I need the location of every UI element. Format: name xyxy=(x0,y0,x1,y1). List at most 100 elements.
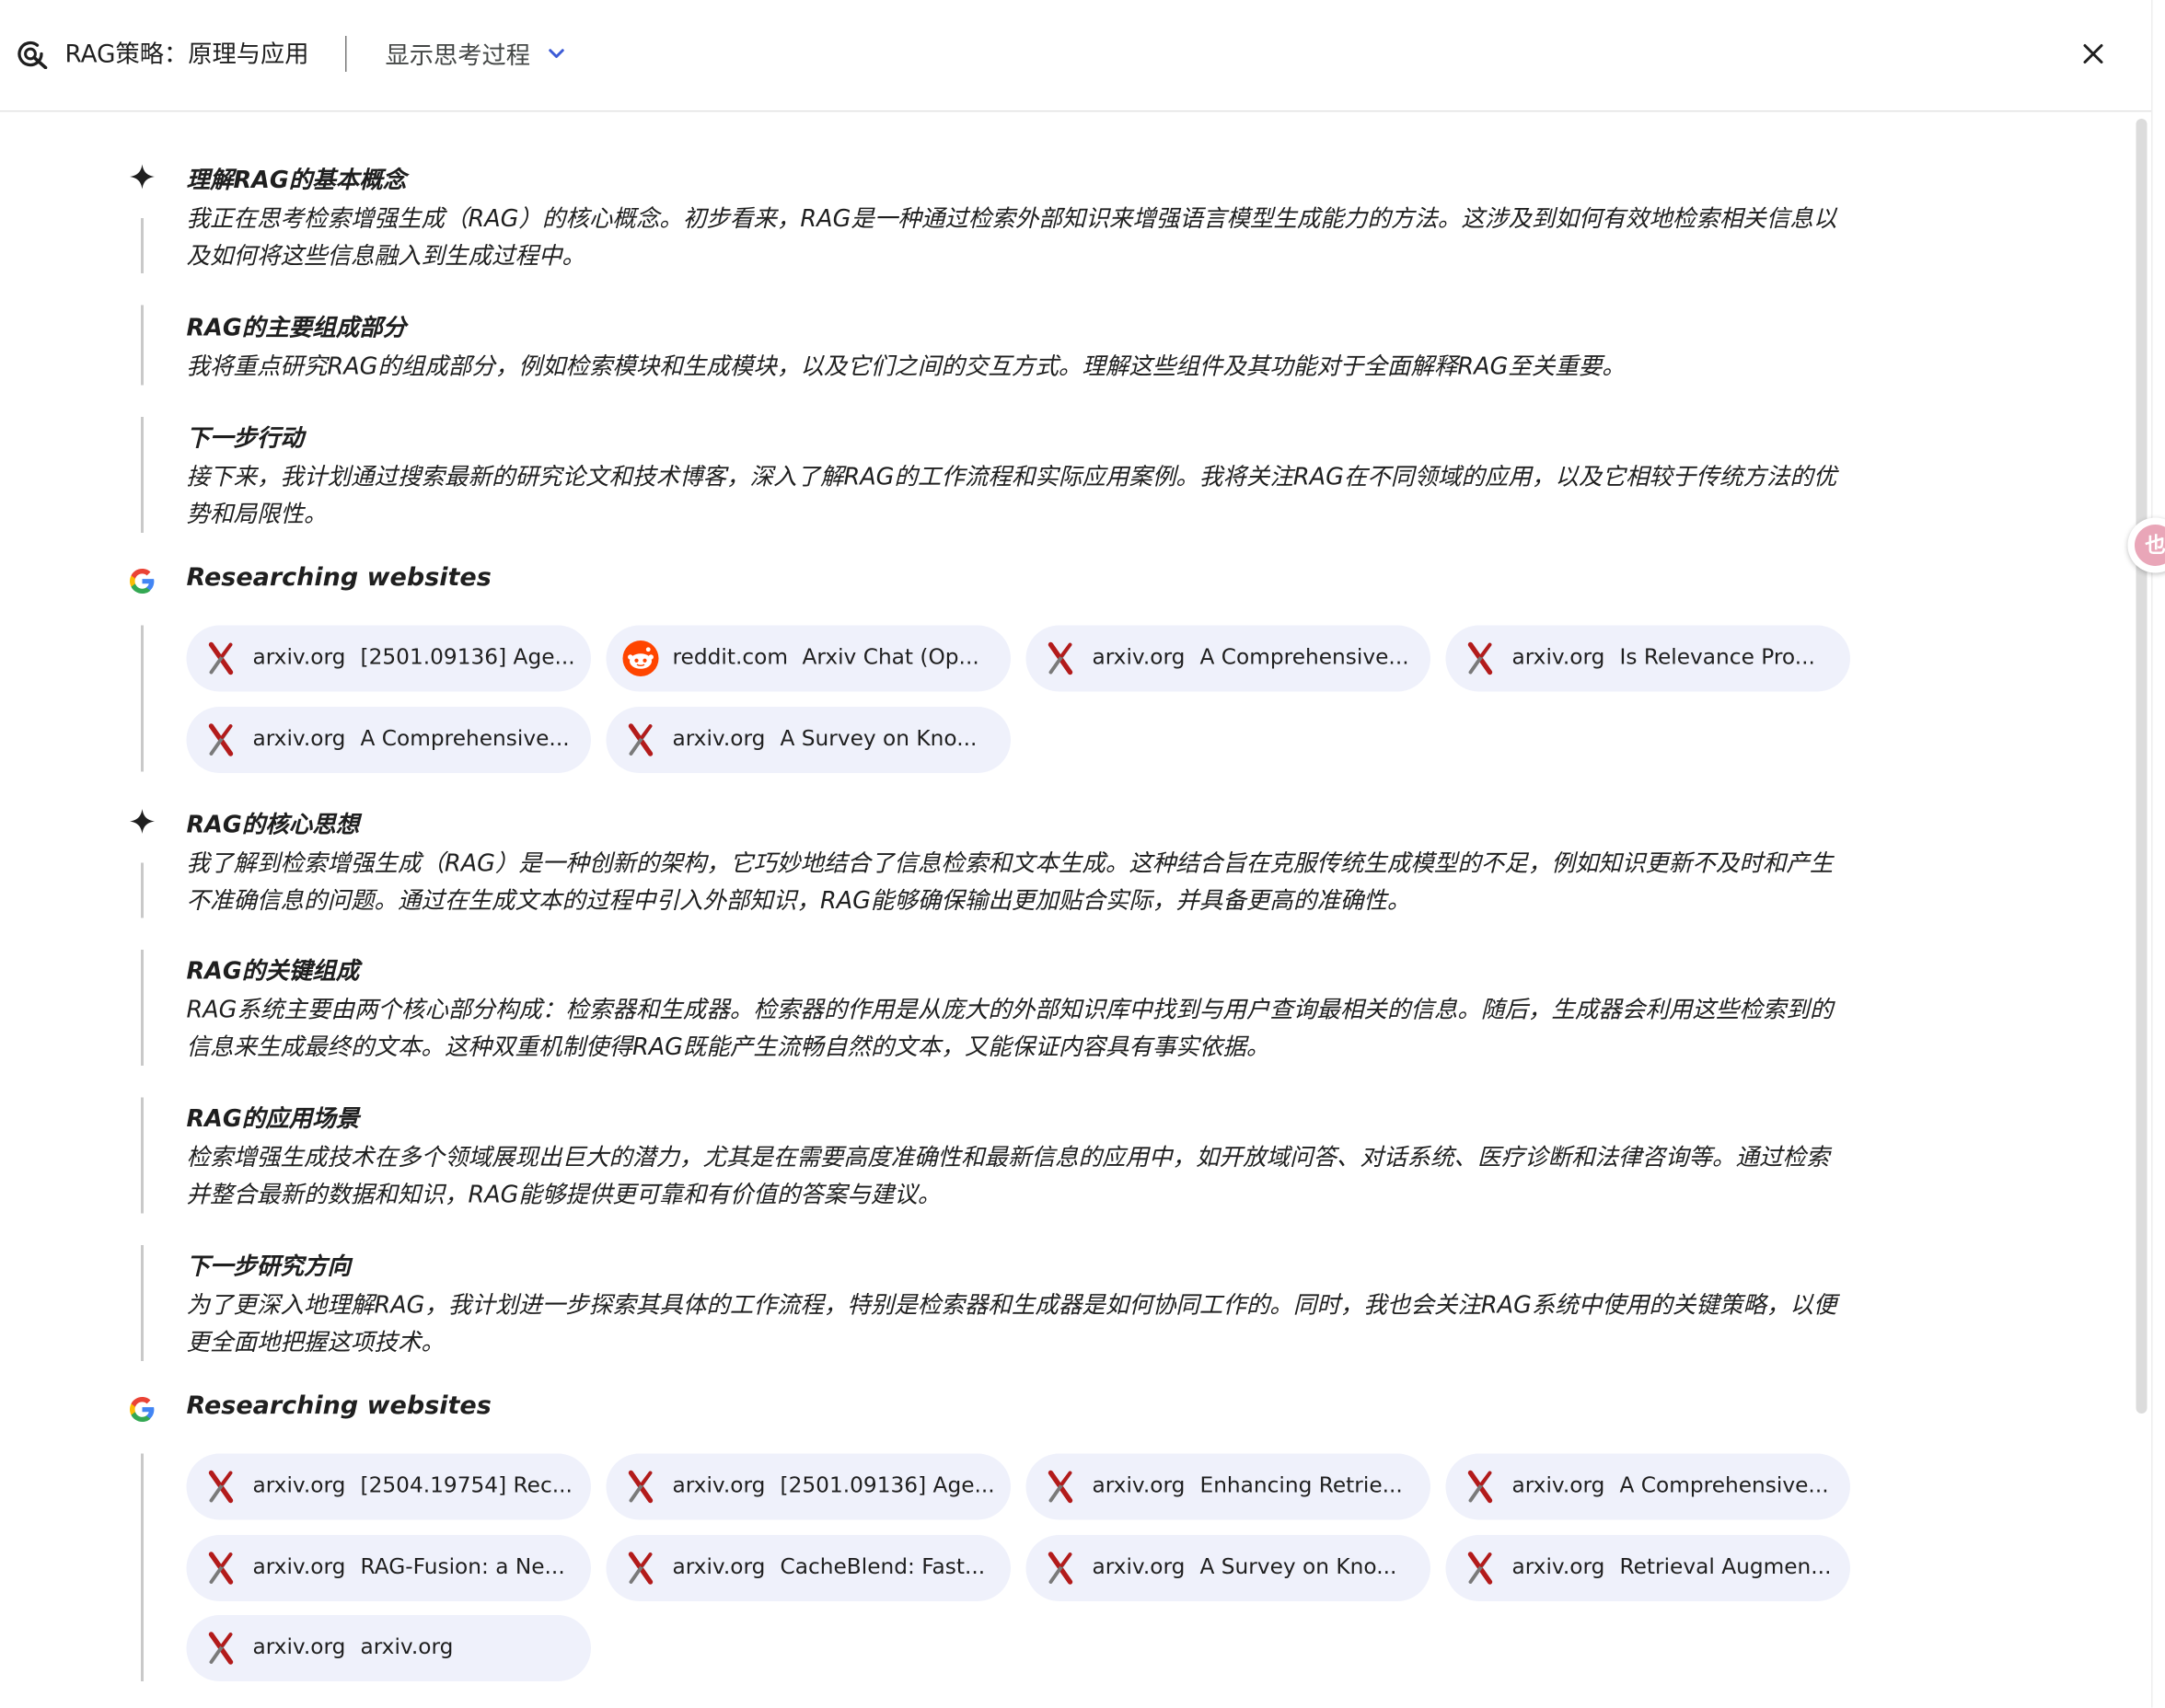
source-chip[interactable]: arxiv.org A Survey on Kno... xyxy=(1025,1534,1430,1601)
thought-rail xyxy=(141,950,144,1066)
thought-rail xyxy=(141,862,144,918)
thought-title: RAG的核心思想 xyxy=(186,812,360,839)
thought-line: 信息来生成最终的文本。这种双重机制使得RAG既能产生流畅自然的文本，又能保证内容… xyxy=(186,1033,1270,1061)
source-domain: arxiv.org xyxy=(1511,644,1605,670)
show-thinking-label: 显示思考过程 xyxy=(385,41,531,70)
close-button[interactable] xyxy=(2071,32,2115,76)
thought-title: RAG的关键组成 xyxy=(186,958,360,986)
thought-line: 我将重点研究RAG的组成部分，例如检索模块和生成模块，以及它们之间的交互方式。理… xyxy=(186,353,1626,381)
source-title: [2504.19754] Rec... xyxy=(360,1472,573,1498)
research-rail xyxy=(141,1453,144,1681)
thought-title: RAG的主要组成部分 xyxy=(186,315,407,342)
thought-text: 我了解到检索增强生成（RAG）是一种创新的架构，它巧妙地结合了信息检索和文本生成… xyxy=(187,847,1996,920)
source-chip[interactable]: arxiv.org Is Relevance Pro... xyxy=(1445,625,1850,692)
scrollbar-thumb[interactable] xyxy=(2136,119,2148,1414)
floating-assistant-button[interactable]: 也 xyxy=(2127,517,2165,573)
source-title: A Survey on Kno... xyxy=(780,725,978,751)
arxiv-icon xyxy=(203,1550,239,1586)
arxiv-icon xyxy=(1043,1469,1079,1505)
source-title: A Survey on Kno... xyxy=(1199,1553,1397,1579)
arxiv-icon xyxy=(203,1469,239,1505)
source-title: A Comprehensive... xyxy=(1199,644,1409,670)
thought-text: 接下来，我计划通过搜索最新的研究论文和技术博客，深入了解RAG的工作流程和实际应… xyxy=(187,460,1996,534)
source-chip[interactable]: arxiv.org RAG-Fusion: a Ne... xyxy=(186,1534,591,1601)
floating-assistant-badge: 也 xyxy=(2135,525,2165,566)
thought-rail xyxy=(141,218,144,273)
header-divider xyxy=(345,36,347,72)
thought-title: 下一步行动 xyxy=(186,425,305,453)
thought-text: RAG系统主要由两个核心部分构成：检索器和生成器。检索器的作用是从庞大的外部知识… xyxy=(187,993,1996,1067)
thought-text: 我将重点研究RAG的组成部分，例如检索模块和生成模块，以及它们之间的交互方式。理… xyxy=(187,350,1996,387)
thought-title: RAG的应用场景 xyxy=(186,1105,360,1134)
arxiv-icon xyxy=(203,721,239,757)
arxiv-icon xyxy=(623,1550,659,1586)
dialog-header: RAG策略：原理与应用 显示思考过程 xyxy=(0,0,2151,112)
source-title: Retrieval Augmen... xyxy=(1619,1553,1832,1579)
source-title: arxiv.org xyxy=(360,1634,454,1659)
source-title: Is Relevance Pro... xyxy=(1619,644,1815,670)
source-chip[interactable]: arxiv.org [2501.09136] Age... xyxy=(186,625,591,692)
panel-edge xyxy=(2151,0,2153,1708)
source-domain: arxiv.org xyxy=(252,1553,346,1579)
source-domain: arxiv.org xyxy=(252,644,346,670)
arxiv-icon xyxy=(623,1469,659,1505)
thought-line: 我正在思考检索增强生成（RAG）的核心概念。初步看来，RAG是一种通过检索外部知… xyxy=(186,205,1837,234)
arxiv-icon xyxy=(1043,1550,1079,1586)
source-title: Arxiv Chat (Op... xyxy=(802,644,979,670)
source-chip[interactable]: arxiv.org A Comprehensive... xyxy=(1025,625,1430,692)
arxiv-icon xyxy=(1463,1550,1499,1586)
source-title: A Comprehensive... xyxy=(360,725,570,751)
sparkle-icon xyxy=(126,805,159,838)
source-title: RAG-Fusion: a Ne... xyxy=(360,1553,565,1579)
source-domain: reddit.com xyxy=(672,644,789,670)
source-domain: arxiv.org xyxy=(1092,644,1186,670)
thought-line: 势和局限性。 xyxy=(186,500,328,528)
research-heading: Researching websites xyxy=(186,563,492,593)
source-chip[interactable]: arxiv.org A Comprehensive... xyxy=(186,706,591,773)
deep-research-icon xyxy=(17,40,48,69)
thought-title: 下一步研究方向 xyxy=(186,1253,352,1281)
source-domain: arxiv.org xyxy=(1511,1472,1605,1498)
research-rail xyxy=(141,625,144,772)
thought-text: 检索增强生成技术在多个领域展现出巨大的潜力，尤其是在需要高度准确性和最新信息的应… xyxy=(187,1140,1996,1214)
source-title: Enhancing Retrie... xyxy=(1199,1472,1403,1498)
source-domain: arxiv.org xyxy=(252,1634,346,1659)
source-chip[interactable]: arxiv.org [2504.19754] Rec... xyxy=(186,1453,591,1520)
source-chip[interactable]: arxiv.org A Comprehensive... xyxy=(1445,1453,1850,1520)
reddit-icon xyxy=(622,640,659,676)
thought-line: 接下来，我计划通过搜索最新的研究论文和技术博客，深入了解RAG的工作流程和实际应… xyxy=(186,464,1837,491)
source-domain: arxiv.org xyxy=(252,1472,346,1498)
thought-line: 及如何将这些信息融入到生成过程中。 xyxy=(186,242,586,271)
sparkle-icon xyxy=(126,160,159,193)
source-chip[interactable]: arxiv.org Retrieval Augmen... xyxy=(1445,1534,1850,1601)
source-chip[interactable]: arxiv.org arxiv.org xyxy=(186,1615,591,1681)
research-heading: Researching websites xyxy=(186,1391,492,1421)
thought-line: 为了更深入地理解RAG，我计划进一步探索其具体的工作流程，特别是检索器和生成器是… xyxy=(186,1292,1837,1320)
source-title: A Comprehensive... xyxy=(1619,1472,1829,1498)
arxiv-icon xyxy=(203,1631,239,1667)
google-icon xyxy=(126,1393,159,1426)
thought-text: 为了更深入地理解RAG，我计划进一步探索其具体的工作流程，特别是检索器和生成器是… xyxy=(187,1288,1996,1362)
source-title: [2501.09136] Age... xyxy=(780,1472,995,1498)
source-domain: arxiv.org xyxy=(252,725,346,751)
source-chip[interactable]: arxiv.org CacheBlend: Fast... xyxy=(606,1534,1011,1601)
thought-line: RAG系统主要由两个核心部分构成：检索器和生成器。检索器的作用是从庞大的外部知识… xyxy=(186,997,1834,1024)
source-domain: arxiv.org xyxy=(1092,1553,1186,1579)
source-chip[interactable]: reddit.com Arxiv Chat (Op... xyxy=(606,625,1011,692)
source-title: CacheBlend: Fast... xyxy=(780,1553,986,1579)
arxiv-icon xyxy=(623,721,659,757)
thought-line: 更全面地把握这项技术。 xyxy=(186,1328,446,1356)
report-title: RAG策略：原理与应用 xyxy=(64,41,309,69)
show-thinking-toggle[interactable]: 显示思考过程 xyxy=(375,30,578,77)
source-chip[interactable]: arxiv.org Enhancing Retrie... xyxy=(1025,1453,1430,1520)
thought-text: 我正在思考检索增强生成（RAG）的核心概念。初步看来，RAG是一种通过检索外部知… xyxy=(187,202,1996,275)
source-domain: arxiv.org xyxy=(1511,1553,1605,1579)
source-chip[interactable]: arxiv.org A Survey on Kno... xyxy=(606,706,1011,773)
thought-line: 并整合最新的数据和知识，RAG能够提供更可靠和有价值的答案与建议。 xyxy=(186,1181,942,1209)
arxiv-icon xyxy=(1463,1469,1499,1505)
source-domain: arxiv.org xyxy=(672,1472,766,1498)
source-domain: arxiv.org xyxy=(1092,1472,1186,1498)
source-chip[interactable]: arxiv.org [2501.09136] Age... xyxy=(606,1453,1011,1520)
thought-rail xyxy=(141,417,144,533)
thought-rail xyxy=(141,1245,144,1361)
